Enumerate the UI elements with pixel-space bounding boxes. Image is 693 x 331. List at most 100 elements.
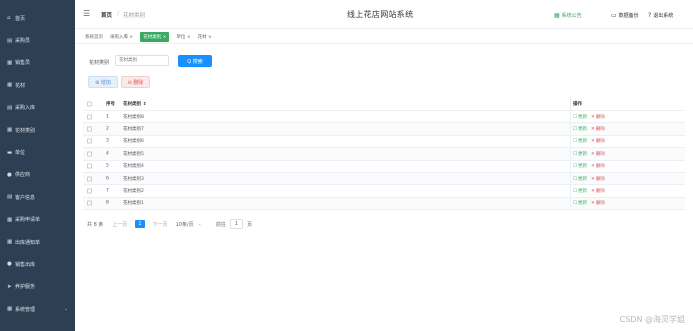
menu-toggle-icon[interactable]: ☰ — [83, 9, 90, 18]
column-divider — [570, 111, 571, 123]
sidebar-item[interactable]: ▤ 客户信息 — [0, 186, 75, 208]
row-checkbox[interactable] — [87, 200, 92, 206]
pager-size-select[interactable]: 10条/页 — [176, 221, 194, 228]
delete-link[interactable]: ✕删除 — [591, 138, 605, 144]
sidebar-item[interactable]: ▦ 出库通知单 — [0, 231, 75, 253]
sidebar-item-label: 单位 — [15, 150, 26, 157]
tab[interactable]: 单位 × — [176, 34, 190, 40]
delete-label: 删除 — [595, 189, 605, 195]
table-header-row: 序号 花材类别 ⇕ 操作 — [83, 97, 685, 111]
delete-link[interactable]: ✕删除 — [591, 114, 605, 120]
backup-label: 数据备份 — [618, 13, 639, 19]
delete-label: 删除 — [595, 164, 605, 170]
row-checkbox[interactable] — [87, 138, 92, 144]
column-divider — [570, 172, 571, 185]
delete-label: 删除 — [595, 176, 605, 182]
delete-link[interactable]: ✕删除 — [591, 188, 605, 194]
grid-icon: ▦ — [7, 239, 13, 246]
sidebar-item[interactable]: ▦ 销售员 — [0, 52, 75, 74]
column-divider — [570, 148, 571, 160]
logout-link[interactable]: ? 退出系统 — [648, 12, 673, 19]
edit-link[interactable]: ☐更新 — [573, 163, 587, 169]
table-row: 5 花材类别4 ☐更新 ✕删除 — [83, 160, 685, 173]
close-icon: ✕ — [591, 114, 595, 120]
sidebar-item[interactable]: ▦ 花材类别 — [0, 119, 75, 141]
chevron-down-icon[interactable]: ⌄ — [198, 221, 202, 227]
row-checkbox[interactable] — [87, 114, 92, 120]
row-checkbox[interactable] — [87, 126, 92, 132]
list-icon: ▤ — [7, 104, 13, 111]
pager-goto-input[interactable]: 1 — [229, 219, 244, 229]
pager-page-current[interactable]: 1 — [135, 220, 145, 228]
sidebar-item[interactable]: ▦ 采购申请单 — [0, 209, 75, 231]
edit-label: 更新 — [578, 127, 588, 133]
sidebar-item[interactable]: ▤ 采购入库 — [0, 97, 75, 119]
tab[interactable]: 采购入库 × — [110, 34, 133, 40]
delete-link[interactable]: ✕删除 — [591, 151, 605, 157]
edit-icon: ☐ — [573, 176, 578, 182]
row-checkbox[interactable] — [87, 188, 92, 194]
edit-link[interactable]: ☐更新 — [573, 114, 587, 120]
delete-link[interactable]: ✕删除 — [591, 176, 605, 182]
close-icon: ✕ — [591, 151, 595, 157]
close-icon: ✕ — [591, 164, 595, 170]
tab[interactable]: 花材类别 × — [140, 31, 170, 42]
row-checkbox[interactable] — [87, 151, 92, 157]
edit-link[interactable]: ☐更新 — [573, 138, 587, 144]
sidebar-item-label: 首页 — [15, 15, 26, 22]
search-input[interactable] — [115, 55, 169, 66]
search-button[interactable]: Q 搜索 — [178, 55, 212, 67]
edit-link[interactable]: ☐更新 — [573, 200, 587, 206]
row-index: 5 — [106, 163, 109, 169]
sidebar-item[interactable]: ▤ 采购员 — [0, 29, 75, 51]
tab[interactable]: 花材 × — [198, 34, 212, 40]
sidebar-item[interactable]: ▬ 单位 — [0, 141, 75, 163]
table-row: 7 花材类别2 ☐更新 ✕删除 — [83, 185, 685, 198]
sidebar-item[interactable]: ➤ 养护服务 — [0, 276, 75, 298]
edit-link[interactable]: ☐更新 — [573, 151, 587, 157]
table-row: 6 花材类别3 ☐更新 ✕删除 — [83, 172, 685, 186]
delete-button[interactable]: ⊖ 删除 — [121, 76, 150, 88]
edit-link[interactable]: ☐更新 — [573, 126, 587, 132]
row-actions: ☐更新 ✕删除 — [573, 188, 605, 194]
chat-icon: ● — [7, 171, 12, 178]
notice-link[interactable]: ▦ 系统公告 — [554, 12, 582, 19]
question-icon: ? — [648, 12, 652, 19]
edit-link[interactable]: ☐更新 — [573, 176, 587, 182]
grid-icon: ▦ — [7, 127, 13, 134]
edit-label: 更新 — [578, 201, 588, 207]
pager-next[interactable]: 下一页 — [153, 221, 168, 228]
sidebar-item[interactable]: ● 销售出库 — [0, 253, 75, 275]
edit-label: 更新 — [578, 139, 588, 145]
pager-page-unit: 页 — [247, 221, 253, 228]
row-index: 2 — [106, 126, 109, 132]
tab[interactable]: 系统首页 — [85, 34, 103, 40]
row-checkbox[interactable] — [87, 163, 92, 169]
delete-label: 删除 — [595, 151, 605, 157]
sidebar-item[interactable]: ▦ 花材 — [0, 74, 75, 96]
row-checkbox[interactable] — [87, 176, 92, 182]
sidebar: ⌂ 首页 ▤ 采购员 ▦ 销售员 ▦ 花材 ▤ 采购入库 ▦ 花材类别 ▬ 单位 ● 供应商 ▤ 客户信息 ▦ 采购申… — [0, 0, 75, 331]
header-name[interactable]: 花材类别 ⇕ — [123, 101, 146, 107]
column-divider — [570, 135, 571, 148]
table-row: 2 花材类别7 ☐更新 ✕删除 — [83, 123, 685, 136]
breadcrumb-home[interactable]: 首页 — [101, 11, 112, 19]
edit-link[interactable]: ☐更新 — [573, 188, 587, 194]
row-actions: ☐更新 ✕删除 — [573, 126, 605, 132]
sidebar-item-label: 花材 — [15, 82, 26, 89]
backup-link[interactable]: ▭ 数据备份 — [611, 12, 639, 19]
logout-label: 退出系统 — [653, 13, 674, 19]
delete-link[interactable]: ✕删除 — [591, 200, 605, 206]
edit-icon: ☐ — [573, 164, 578, 170]
sidebar-item[interactable]: ● 供应商 — [0, 164, 75, 186]
column-divider — [570, 123, 571, 135]
edit-label: 更新 — [578, 176, 588, 182]
pager-prev[interactable]: 上一页 — [112, 221, 127, 228]
delete-link[interactable]: ✕删除 — [591, 163, 605, 169]
sidebar-item[interactable]: ⌂ 首页 — [0, 7, 75, 29]
sidebar-item-label: 采购入库 — [15, 105, 36, 112]
delete-link[interactable]: ✕删除 — [591, 126, 605, 132]
add-button[interactable]: ⊕ 增加 — [88, 76, 118, 88]
sidebar-item[interactable]: ▦ 系统管理 ⌄ — [0, 298, 75, 320]
select-all-checkbox[interactable] — [87, 101, 92, 106]
